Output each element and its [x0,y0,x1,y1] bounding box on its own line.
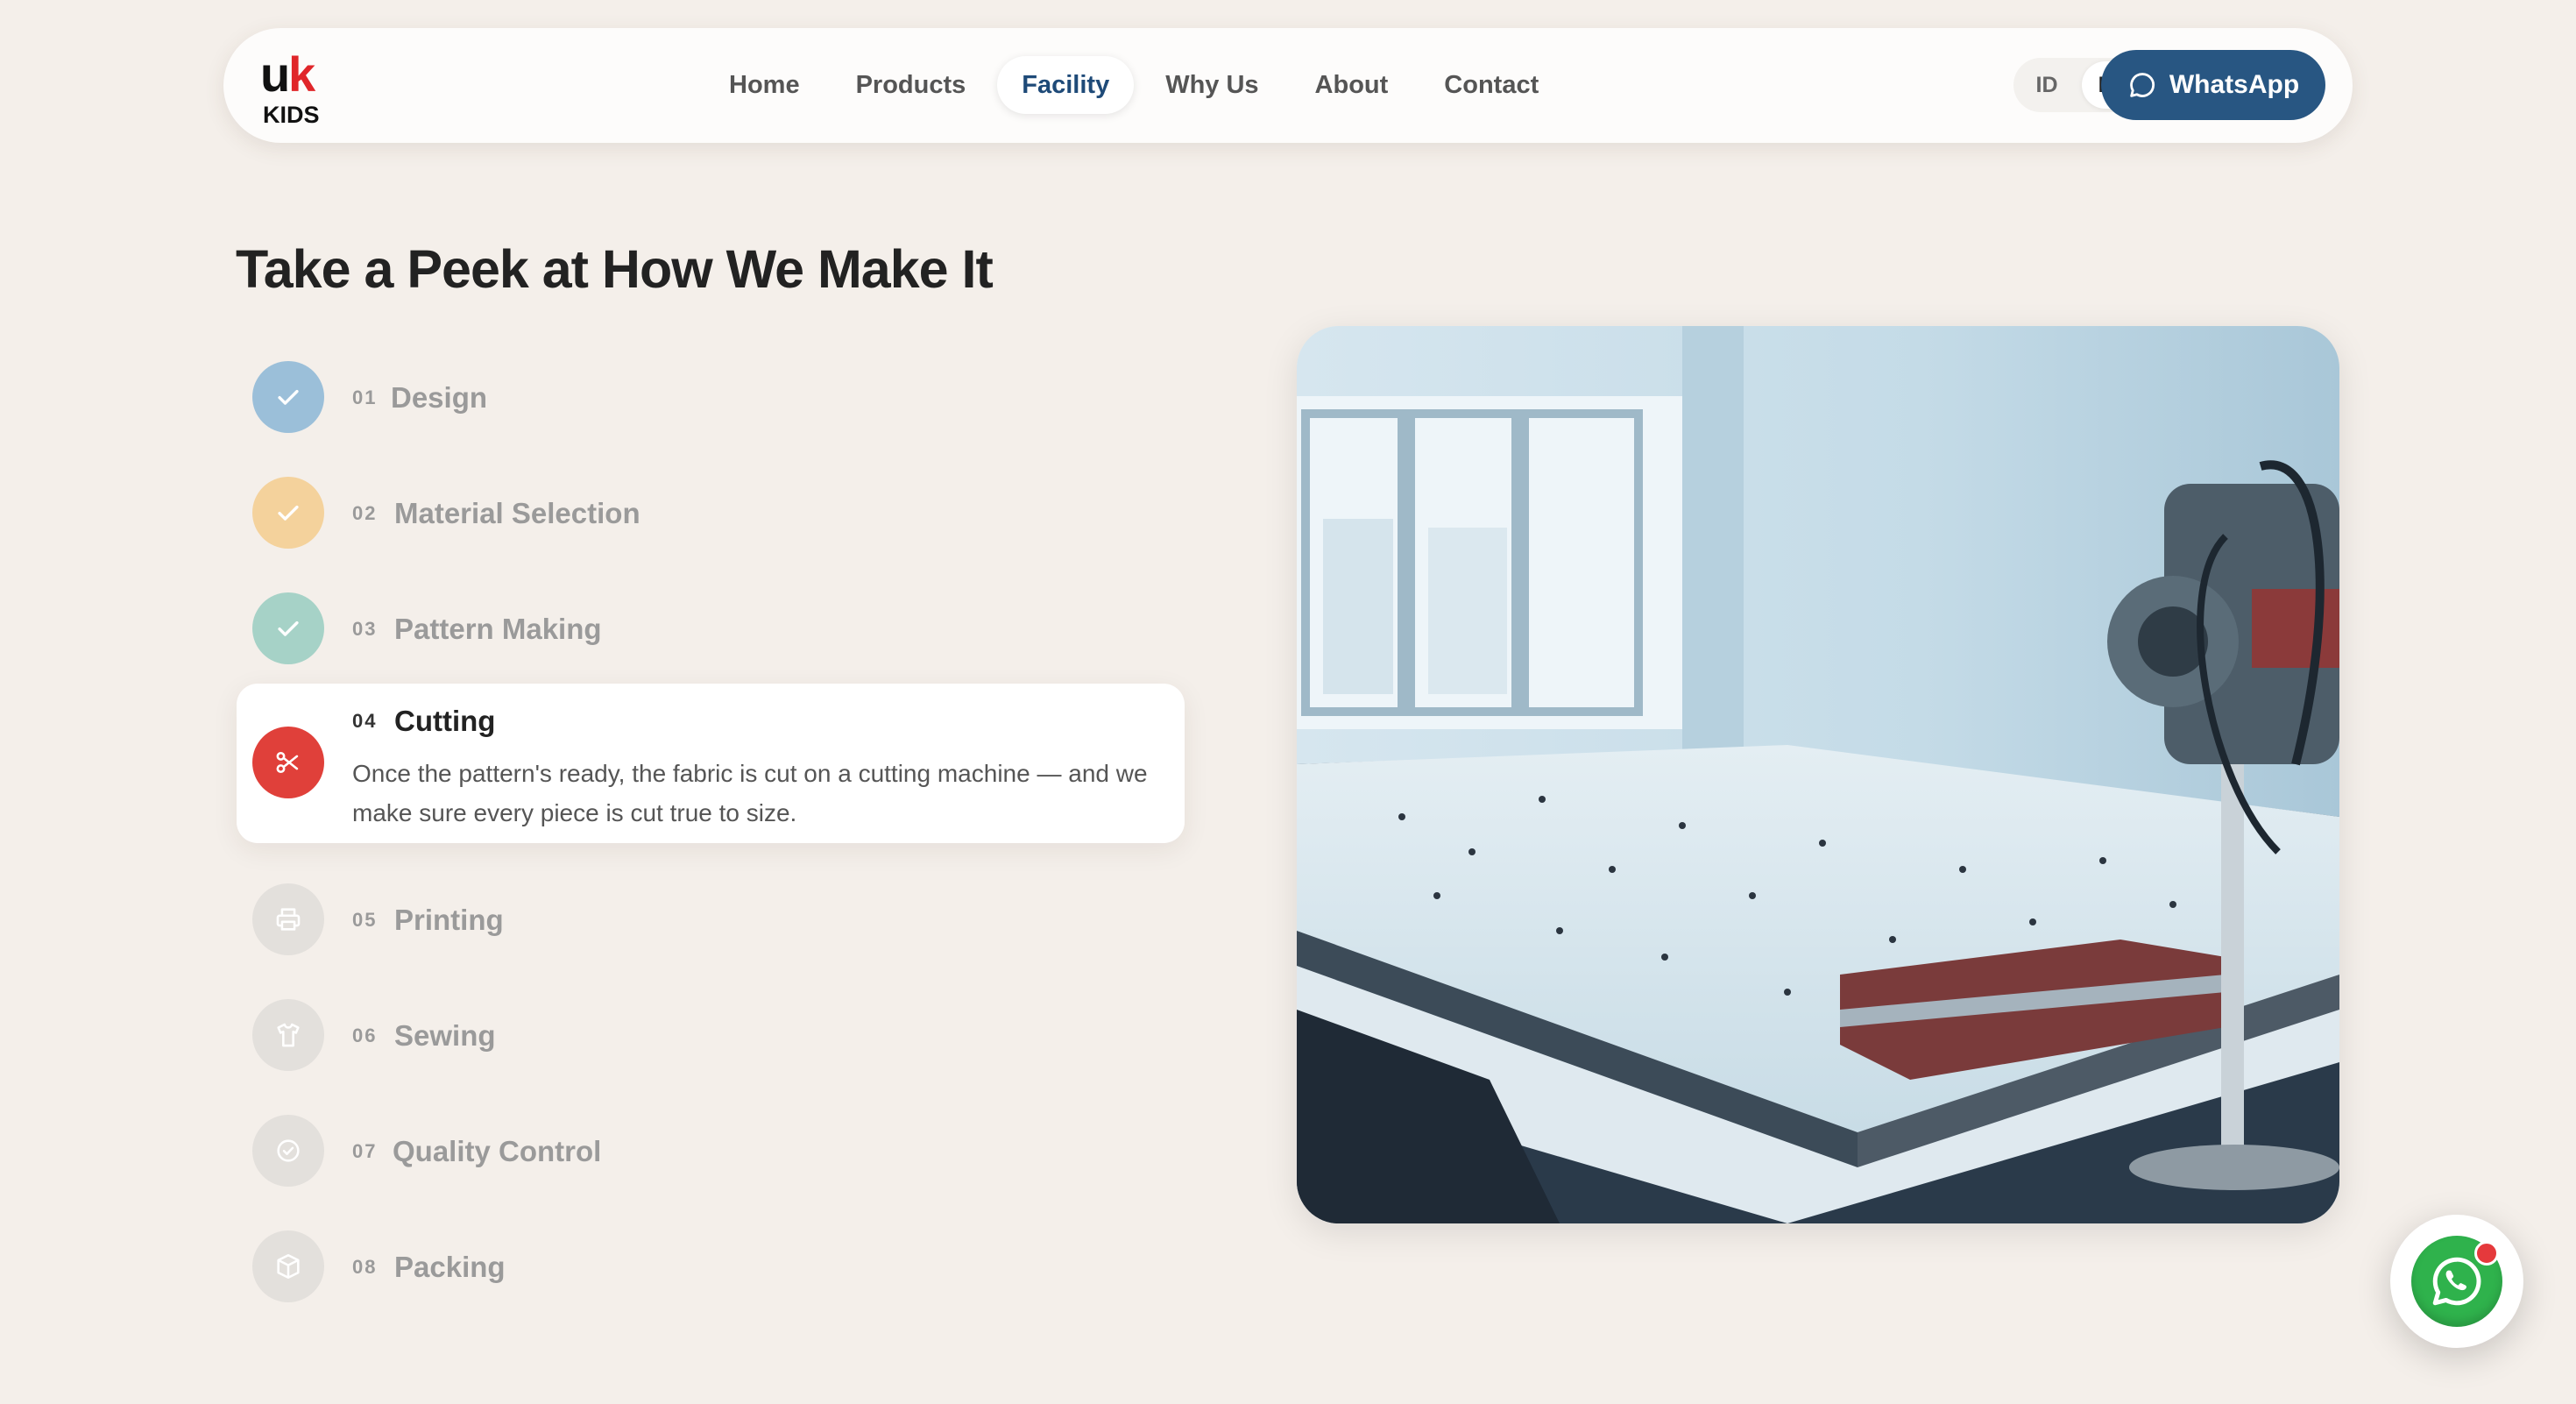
brand-logo[interactable]: u k KIDS [260,47,325,126]
step-number: 07 [352,1140,378,1162]
step-sewing[interactable]: 06 Sewing [237,987,1185,1083]
step-number: 02 [352,502,378,524]
cutting-machine-photo [1297,326,2339,1223]
nav-home[interactable]: Home [704,56,824,114]
notification-dot [2474,1241,2499,1266]
step-status-circle [252,727,324,798]
step-quality-control[interactable]: 07 Quality Control [237,1103,1185,1199]
step-cutting[interactable]: 04 Cutting Once the pattern's ready, the… [237,684,1185,843]
step-status-circle [252,883,324,955]
step-title: Sewing [394,1019,496,1052]
step-packing[interactable]: 08 Packing [237,1218,1185,1315]
step-status-circle [252,592,324,664]
scissors-icon [276,751,299,774]
svg-text:k: k [288,47,316,102]
nav-why-us[interactable]: Why Us [1141,56,1283,114]
step-title: Material Selection [394,497,640,529]
floating-whatsapp-button[interactable] [2390,1215,2523,1348]
step-status-circle [252,999,324,1071]
step-pattern-making[interactable]: 03 Pattern Making [237,580,1185,677]
step-description: Once the pattern's ready, the fabric is … [352,760,1148,826]
chat-bubble-icon [2129,73,2155,97]
step-status-circle [252,1115,324,1187]
uk-kids-logo-icon: u k KIDS [260,47,320,126]
step-title: Cutting [394,705,496,737]
step-design[interactable]: 01 Design [237,349,1185,445]
box-icon [277,1253,300,1280]
step-title: Design [391,381,488,414]
facility-photo [1297,326,2339,1223]
section-title: Take a Peek at How We Make It [236,239,994,299]
step-number: 08 [352,1256,378,1278]
check-icon [278,389,299,405]
step-status-circle [252,361,324,433]
step-number: 06 [352,1025,378,1046]
step-title: Printing [394,904,504,936]
shirt-icon [277,1023,300,1047]
printer-icon [276,908,301,931]
nav-about[interactable]: About [1291,56,1413,114]
step-number: 05 [352,909,378,931]
nav-products[interactable]: Products [832,56,991,114]
logo-kids-text: KIDS [263,102,320,126]
step-material-selection[interactable]: 02 Material Selection [237,464,1185,561]
step-title: Quality Control [393,1135,602,1167]
badge-check-icon [277,1139,300,1162]
check-icon [278,505,299,521]
check-icon [278,620,299,636]
step-status-circle [252,1230,324,1302]
step-number: 01 [352,386,378,408]
whatsapp-button[interactable]: WhatsApp [2101,50,2325,120]
svg-text:u: u [260,47,290,102]
whatsapp-button-label: WhatsApp [2169,70,2300,99]
top-navbar: u k KIDS Home Products Facility Why Us A… [223,28,2353,143]
step-printing[interactable]: 05 Printing [237,871,1185,968]
step-number: 04 [352,710,378,732]
step-title: Packing [394,1251,506,1283]
lang-id-button[interactable]: ID [2015,61,2078,109]
step-status-circle [252,477,324,549]
nav-contact[interactable]: Contact [1419,56,1563,114]
step-title: Pattern Making [394,613,602,645]
main-menu: Home Products Facility Why Us About Cont… [704,56,1570,114]
step-number: 03 [352,618,378,640]
nav-facility[interactable]: Facility [997,56,1135,114]
